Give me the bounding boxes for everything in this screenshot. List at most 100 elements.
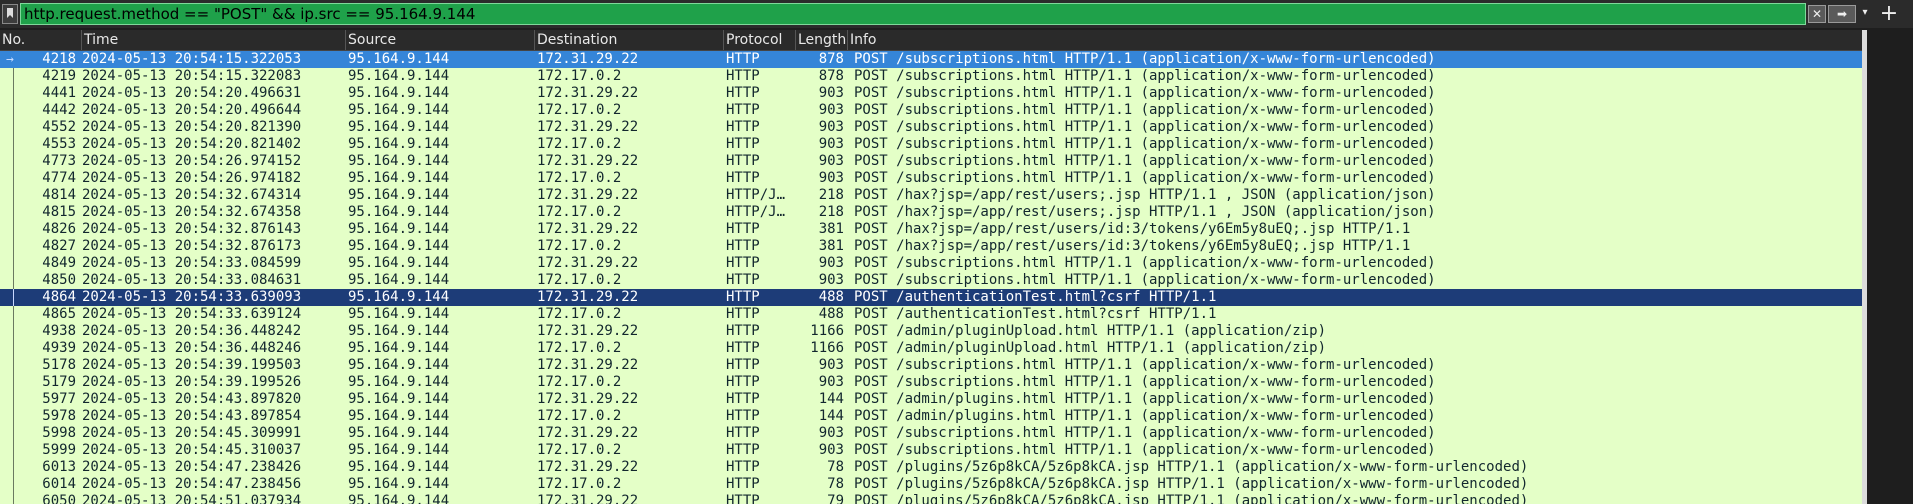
packet-list-scrollbar[interactable] bbox=[1862, 30, 1913, 504]
packet-source: 95.164.9.144 bbox=[348, 119, 450, 135]
packet-row[interactable]: 4826 2024-05-13 20:54:32.876143 95.164.9.1… bbox=[0, 221, 1862, 238]
column-header-info[interactable]: Info bbox=[848, 30, 1862, 50]
packet-row[interactable]: 4219 2024-05-13 20:54:15.322083 95.164.9.1… bbox=[0, 68, 1862, 85]
packet-source: 95.164.9.144 bbox=[348, 136, 450, 152]
packet-row[interactable]: 4849 2024-05-13 20:54:33.084599 95.164.9.1… bbox=[0, 255, 1862, 272]
packet-row[interactable]: 4814 2024-05-13 20:54:32.674314 95.164.9.1… bbox=[0, 187, 1862, 204]
packet-row[interactable]: 4552 2024-05-13 20:54:20.821390 95.164.9.1… bbox=[0, 119, 1862, 136]
packet-number: 4553 bbox=[42, 136, 76, 152]
column-header-destination[interactable]: Destination bbox=[535, 30, 724, 50]
packet-info: POST /admin/plugins.html HTTP/1.1 (appli… bbox=[854, 408, 1436, 424]
packet-source: 95.164.9.144 bbox=[348, 85, 450, 101]
packet-protocol: HTTP bbox=[726, 68, 760, 84]
filter-bookmark-icon[interactable] bbox=[2, 4, 18, 24]
packet-info: POST /subscriptions.html HTTP/1.1 (appli… bbox=[854, 255, 1436, 271]
packet-length: 903 bbox=[818, 442, 844, 458]
packet-number: 4773 bbox=[42, 153, 76, 169]
packet-row[interactable]: 4553 2024-05-13 20:54:20.821402 95.164.9.1… bbox=[0, 136, 1862, 153]
packet-destination: 172.17.0.2 bbox=[537, 306, 622, 322]
recent-filters-dropdown-icon[interactable]: ▾ bbox=[1858, 5, 1872, 23]
packet-row[interactable]: 5999 2024-05-13 20:54:45.310037 95.164.9.1… bbox=[0, 442, 1862, 459]
packet-source: 95.164.9.144 bbox=[348, 357, 450, 373]
column-header-time[interactable]: Time bbox=[82, 30, 346, 50]
packet-number: 4939 bbox=[42, 340, 76, 356]
packet-time: 2024-05-13 20:54:32.876173 bbox=[82, 238, 302, 254]
packet-info: POST /hax?jsp=/app/rest/users/id:3/token… bbox=[854, 238, 1411, 254]
packet-destination: 172.17.0.2 bbox=[537, 442, 622, 458]
packet-destination: 172.31.29.22 bbox=[537, 85, 639, 101]
packet-row[interactable]: 4864 2024-05-13 20:54:33.639093 95.164.9.1… bbox=[0, 289, 1862, 306]
packet-row[interactable]: 4815 2024-05-13 20:54:32.674358 95.164.9.1… bbox=[0, 204, 1862, 221]
scrollbar-thumb[interactable] bbox=[1862, 30, 1867, 504]
packet-time: 2024-05-13 20:54:36.448242 bbox=[82, 323, 302, 339]
packet-protocol: HTTP bbox=[726, 459, 760, 475]
clear-filter-icon[interactable]: ✕ bbox=[1808, 5, 1826, 23]
packet-destination: 172.31.29.22 bbox=[537, 425, 639, 441]
packet-protocol: HTTP bbox=[726, 374, 760, 390]
packet-protocol: HTTP bbox=[726, 170, 760, 186]
packet-row[interactable]: 4441 2024-05-13 20:54:20.496631 95.164.9.1… bbox=[0, 85, 1862, 102]
packet-row[interactable]: 5998 2024-05-13 20:54:45.309991 95.164.9.1… bbox=[0, 425, 1862, 442]
packet-row[interactable]: 6050 2024-05-13 20:54:51.037934 95.164.9.1… bbox=[0, 493, 1862, 504]
packet-row[interactable]: 5179 2024-05-13 20:54:39.199526 95.164.9.1… bbox=[0, 374, 1862, 391]
packet-row[interactable]: 5977 2024-05-13 20:54:43.897820 95.164.9.1… bbox=[0, 391, 1862, 408]
packet-info: POST /plugins/5z6p8kCA/5z6p8kCA.jsp HTTP… bbox=[854, 476, 1529, 492]
add-filter-button-icon[interactable]: + bbox=[1876, 3, 1902, 25]
packet-row[interactable]: 4774 2024-05-13 20:54:26.974182 95.164.9.1… bbox=[0, 170, 1862, 187]
packet-info: POST /hax?jsp=/app/rest/users;.jsp HTTP/… bbox=[854, 187, 1436, 203]
packet-destination: 172.31.29.22 bbox=[537, 255, 639, 271]
packet-row[interactable]: 4865 2024-05-13 20:54:33.639124 95.164.9.1… bbox=[0, 306, 1862, 323]
packet-info: POST /plugins/5z6p8kCA/5z6p8kCA.jsp HTTP… bbox=[854, 459, 1529, 475]
packet-destination: 172.31.29.22 bbox=[537, 391, 639, 407]
packet-row[interactable]: 4827 2024-05-13 20:54:32.876173 95.164.9.1… bbox=[0, 238, 1862, 255]
packet-row[interactable]: 4939 2024-05-13 20:54:36.448246 95.164.9.1… bbox=[0, 340, 1862, 357]
packet-row[interactable]: 4850 2024-05-13 20:54:33.084631 95.164.9.1… bbox=[0, 272, 1862, 289]
column-header-source[interactable]: Source bbox=[346, 30, 535, 50]
packet-protocol: HTTP bbox=[726, 306, 760, 322]
packet-source: 95.164.9.144 bbox=[348, 374, 450, 390]
packet-row[interactable]: 4773 2024-05-13 20:54:26.974152 95.164.9.1… bbox=[0, 153, 1862, 170]
packet-destination: 172.17.0.2 bbox=[537, 238, 622, 254]
packet-row[interactable]: 6013 2024-05-13 20:54:47.238426 95.164.9.1… bbox=[0, 459, 1862, 476]
packet-info: POST /subscriptions.html HTTP/1.1 (appli… bbox=[854, 119, 1436, 135]
column-header-no[interactable]: No. bbox=[0, 30, 82, 50]
packet-list[interactable]: → 4218 2024-05-13 20:54:15.322053 95.164.9.… bbox=[0, 51, 1862, 504]
packet-row[interactable]: 4938 2024-05-13 20:54:36.448242 95.164.9.1… bbox=[0, 323, 1862, 340]
packet-destination: 172.17.0.2 bbox=[537, 272, 622, 288]
column-header-protocol[interactable]: Protocol bbox=[724, 30, 796, 50]
packet-length: 903 bbox=[818, 136, 844, 152]
packet-row[interactable]: → 4218 2024-05-13 20:54:15.322053 95.164.9.… bbox=[0, 51, 1862, 68]
packet-length: 903 bbox=[818, 170, 844, 186]
packet-info: POST /subscriptions.html HTTP/1.1 (appli… bbox=[854, 170, 1436, 186]
column-header-length[interactable]: Length bbox=[796, 30, 848, 50]
packet-info: POST /subscriptions.html HTTP/1.1 (appli… bbox=[854, 357, 1436, 373]
packet-protocol: HTTP bbox=[726, 136, 760, 152]
packet-row[interactable]: 5978 2024-05-13 20:54:43.897854 95.164.9.1… bbox=[0, 408, 1862, 425]
packet-number: 4864 bbox=[42, 289, 76, 305]
packet-number: 6014 bbox=[42, 476, 76, 492]
packet-source: 95.164.9.144 bbox=[348, 170, 450, 186]
packet-protocol: HTTP bbox=[726, 391, 760, 407]
packet-row[interactable]: 5178 2024-05-13 20:54:39.199503 95.164.9.1… bbox=[0, 357, 1862, 374]
packet-time: 2024-05-13 20:54:39.199526 bbox=[82, 374, 302, 390]
packet-destination: 172.17.0.2 bbox=[537, 374, 622, 390]
packet-row[interactable]: 4442 2024-05-13 20:54:20.496644 95.164.9.1… bbox=[0, 102, 1862, 119]
packet-row[interactable]: 6014 2024-05-13 20:54:47.238456 95.164.9.1… bbox=[0, 476, 1862, 493]
packet-destination: 172.31.29.22 bbox=[537, 323, 639, 339]
packet-source: 95.164.9.144 bbox=[348, 187, 450, 203]
packet-protocol: HTTP bbox=[726, 221, 760, 237]
packet-protocol: HTTP/J… bbox=[726, 204, 786, 220]
packet-protocol: HTTP bbox=[726, 272, 760, 288]
packet-length: 903 bbox=[818, 102, 844, 118]
packet-length: 144 bbox=[818, 391, 844, 407]
apply-filter-icon[interactable]: ➡ bbox=[1828, 5, 1856, 23]
packet-number: 4826 bbox=[42, 221, 76, 237]
packet-length: 878 bbox=[818, 68, 844, 84]
packet-time: 2024-05-13 20:54:45.309991 bbox=[82, 425, 302, 441]
packet-time: 2024-05-13 20:54:26.974152 bbox=[82, 153, 302, 169]
packet-protocol: HTTP bbox=[726, 102, 760, 118]
packet-time: 2024-05-13 20:54:15.322083 bbox=[82, 68, 302, 84]
display-filter-input[interactable]: http.request.method == "POST" && ip.src … bbox=[20, 3, 1806, 25]
scrollbar-track[interactable] bbox=[1862, 30, 1867, 504]
packet-source: 95.164.9.144 bbox=[348, 102, 450, 118]
